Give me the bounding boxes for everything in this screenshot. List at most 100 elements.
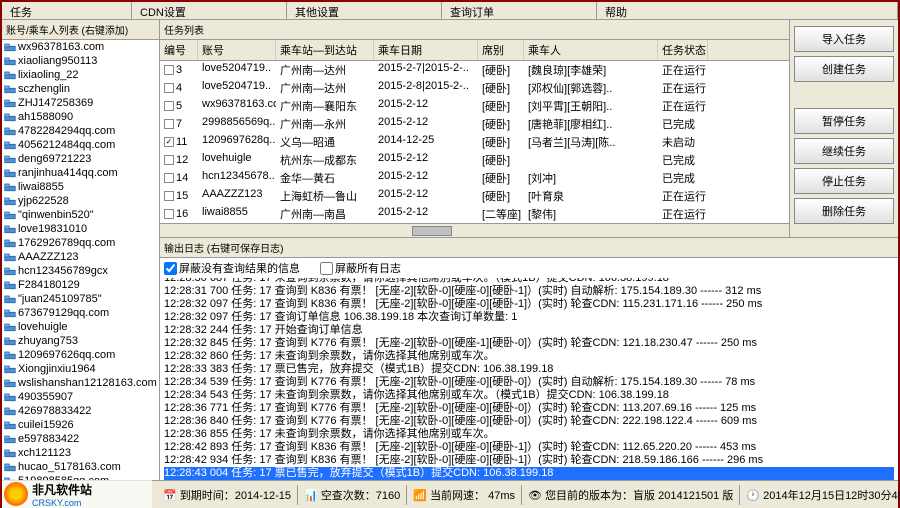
account-item[interactable]: yjp622528: [2, 194, 159, 208]
account-item[interactable]: "qinwenbin520": [2, 208, 159, 222]
task-checkbox[interactable]: [164, 119, 174, 129]
account-item[interactable]: e597883422: [2, 432, 159, 446]
btn-导入任务[interactable]: 导入任务: [794, 26, 894, 52]
task-checkbox[interactable]: [164, 101, 174, 111]
log-line[interactable]: 12:28:30 687 任务: 17 未查询到余票数，请你选择其他席别或车次。…: [164, 278, 894, 285]
task-checkbox[interactable]: [164, 209, 174, 219]
folder-icon: [4, 378, 16, 388]
log-line[interactable]: 12:28:36 771 任务: 17 查询到 K776 有票！ [无座-2][…: [164, 402, 894, 415]
btn-继续任务[interactable]: 继续任务: [794, 138, 894, 164]
account-item[interactable]: 1209697626qq.com: [2, 348, 159, 362]
log-line[interactable]: 12:28:31 700 任务: 17 查询到 K836 有票！ [无座-2][…: [164, 285, 894, 298]
account-item[interactable]: hcn123456789gcx: [2, 264, 159, 278]
filter-noresult-checkbox[interactable]: [164, 262, 177, 275]
task-row[interactable]: 5wx96378163.com广州南—襄阳东2015-2-12[硬卧][刘平霄]…: [160, 97, 789, 115]
log-line[interactable]: 12:28:43 004 任务: 17 票已售完，放弃提交（模式1B）提交CDN…: [164, 467, 894, 480]
log-line[interactable]: 12:28:42 893 任务: 17 查询到 K836 有票！ [无座-2][…: [164, 441, 894, 454]
task-row[interactable]: 72998856569q..广州南—永州2015-2-12[硬卧][唐艳菲][廖…: [160, 115, 789, 133]
account-item[interactable]: liwai8855: [2, 180, 159, 194]
btn-暂停任务[interactable]: 暂停任务: [794, 108, 894, 134]
log-line[interactable]: 12:28:36 855 任务: 17 未查询到余票数，请你选择其他席别或车次。: [164, 428, 894, 441]
folder-icon: [4, 140, 16, 150]
sidebar-header: 账号/乘车人列表 (右键添加): [2, 20, 159, 40]
account-item[interactable]: ZHJ147258369: [2, 96, 159, 110]
account-item[interactable]: AAAZZZ123: [2, 250, 159, 264]
log-line[interactable]: 12:28:32 097 任务: 17 查询订单信息 106.38.199.18…: [164, 311, 894, 324]
account-item[interactable]: cuilei15926: [2, 418, 159, 432]
account-item[interactable]: lixiaoling_22: [2, 68, 159, 82]
account-item[interactable]: 426978833422: [2, 404, 159, 418]
account-item[interactable]: 1762926789qq.com: [2, 236, 159, 250]
account-item[interactable]: wx96378163.com: [2, 40, 159, 54]
account-item[interactable]: F284180129: [2, 278, 159, 292]
col-header[interactable]: 乘车人: [524, 40, 658, 60]
menu-其他设置[interactable]: 其他设置: [287, 2, 442, 19]
task-row[interactable]: 12lovehuigle杭州东—成都东2015-2-12[硬卧]已完成: [160, 151, 789, 169]
account-item[interactable]: ranjinhua414qq.com: [2, 166, 159, 180]
task-row[interactable]: 3love5204719..广州南—达州2015-2-7|2015-2-..[硬…: [160, 61, 789, 79]
account-item[interactable]: deng69721223: [2, 152, 159, 166]
btn-删除任务[interactable]: 删除任务: [794, 198, 894, 224]
account-item[interactable]: "juan245109785": [2, 292, 159, 306]
account-list[interactable]: wx96378163.comxiaoliang950113lixiaoling_…: [2, 40, 159, 480]
task-row[interactable]: 4love5204719..广州南—达州2015-2-8|2015-2-..[硬…: [160, 79, 789, 97]
task-checkbox[interactable]: ✓: [164, 137, 174, 147]
account-item[interactable]: xiaoliang950113: [2, 54, 159, 68]
account-item[interactable]: xch121123: [2, 446, 159, 460]
log-output[interactable]: 12:28:25 412 任务: 17 票已售完，放弃提交（模式1B）提交CDN…: [160, 278, 898, 480]
log-line[interactable]: 12:28:34 539 任务: 17 查询到 K776 有票！ [无座-2][…: [164, 376, 894, 389]
folder-icon: [4, 210, 16, 220]
log-line[interactable]: 12:28:33 383 任务: 17 票已售完，放弃提交（模式1B）提交CDN…: [164, 363, 894, 376]
log-line[interactable]: 12:28:36 840 任务: 17 查询到 K776 有票！ [无座-2][…: [164, 415, 894, 428]
col-header[interactable]: 编号: [160, 40, 198, 60]
account-item[interactable]: ah1588090: [2, 110, 159, 124]
task-row[interactable]: 16liwai8855广州南—南昌2015-2-12[二等座][黎伟]正在运行: [160, 205, 789, 223]
account-item[interactable]: 4782284294qq.com: [2, 124, 159, 138]
task-row[interactable]: ✓111209697628q..义乌—昭通2014-12-25[硬卧][马者兰]…: [160, 133, 789, 151]
task-row[interactable]: 15AAAZZZ123上海虹桥—鲁山2015-2-12[硬卧][叶育泉正在运行: [160, 187, 789, 205]
menu-CDN设置[interactable]: CDN设置: [132, 2, 287, 19]
log-line[interactable]: 12:28:32 845 任务: 17 查询到 K776 有票！ [无座-2][…: [164, 337, 894, 350]
btn-创建任务[interactable]: 创建任务: [794, 56, 894, 82]
status-empty-count: 📊 空查次数：7160: [298, 485, 407, 505]
task-checkbox[interactable]: [164, 173, 174, 183]
account-item[interactable]: 4056212484qq.com: [2, 138, 159, 152]
account-item[interactable]: 673679129qq.com: [2, 306, 159, 320]
log-line[interactable]: 12:28:32 097 任务: 17 查询到 K836 有票！ [无座-2][…: [164, 298, 894, 311]
folder-icon: [4, 126, 16, 136]
task-checkbox[interactable]: [164, 65, 174, 75]
menu-任务[interactable]: 任务: [2, 2, 132, 19]
col-header[interactable]: 任务状态: [658, 40, 708, 60]
task-checkbox[interactable]: [164, 155, 174, 165]
log-line[interactable]: 12:28:32 860 任务: 17 未查询到余票数，请你选择其他席别或车次。: [164, 350, 894, 363]
menu-帮助[interactable]: 帮助: [597, 2, 898, 19]
menu-查询订单[interactable]: 查询订单: [442, 2, 597, 19]
col-header[interactable]: 账号: [198, 40, 276, 60]
task-row[interactable]: 14hcn12345678..金华—黄石2015-2-12[硬卧][刘冲]已完成: [160, 169, 789, 187]
task-list-header: 任务列表: [160, 20, 789, 40]
col-header[interactable]: 乘车站—到达站: [276, 40, 374, 60]
account-item[interactable]: hucao_5178163.com: [2, 460, 159, 474]
account-item[interactable]: 490355907: [2, 390, 159, 404]
account-item[interactable]: wslishanshan12128163.com: [2, 376, 159, 390]
log-line[interactable]: 12:28:32 244 任务: 17 开始查询订单信息: [164, 324, 894, 337]
col-header[interactable]: 乘车日期: [374, 40, 478, 60]
btn-停止任务[interactable]: 停止任务: [794, 168, 894, 194]
account-item[interactable]: love19831010: [2, 222, 159, 236]
folder-icon: [4, 448, 16, 458]
task-checkbox[interactable]: [164, 191, 174, 201]
task-rows[interactable]: 3love5204719..广州南—达州2015-2-7|2015-2-..[硬…: [160, 61, 789, 223]
task-checkbox[interactable]: [164, 83, 174, 93]
account-item[interactable]: lovehuigle: [2, 320, 159, 334]
horizontal-scrollbar[interactable]: [160, 223, 789, 237]
account-item[interactable]: Xiongjinxiu1964: [2, 362, 159, 376]
account-item[interactable]: zhuyang753: [2, 334, 159, 348]
col-header[interactable]: 席别: [478, 40, 524, 60]
log-line[interactable]: 12:28:34 543 任务: 17 未查询到余票数，请你选择其他席别或车次。…: [164, 389, 894, 402]
folder-icon: [4, 308, 16, 318]
folder-icon: [4, 350, 16, 360]
log-line[interactable]: 12:28:42 934 任务: 17 查询到 K836 有票！ [无座-2][…: [164, 454, 894, 467]
account-item[interactable]: sczhenglin: [2, 82, 159, 96]
filter-all-checkbox[interactable]: [320, 262, 333, 275]
folder-icon: [4, 336, 16, 346]
